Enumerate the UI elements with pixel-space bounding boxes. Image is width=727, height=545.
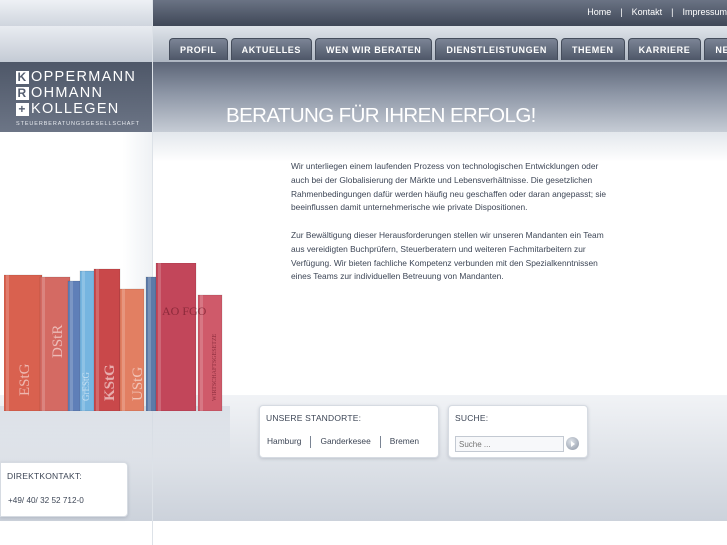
location-separator — [379, 436, 381, 448]
impressum-link[interactable]: Impressum — [682, 7, 727, 17]
logo-line-kollegen: + KOLLEGEN — [16, 102, 142, 118]
logo-subline: STEUERBERATUNGSGESELLSCHAFT — [16, 121, 140, 127]
book-reflection — [0, 406, 230, 466]
kontakt-link[interactable]: Kontakt — [632, 7, 663, 17]
logo-initial-box: K — [16, 70, 29, 84]
book-spine-highlight — [122, 289, 125, 411]
tab-themen[interactable]: THEMEN — [560, 38, 625, 60]
search-submit-button[interactable] — [566, 437, 579, 450]
book-spine-highlight — [148, 277, 151, 411]
search-title: SUCHE: — [455, 413, 489, 423]
direct-contact-title: DIREKTKONTAKT: — [7, 471, 82, 481]
locations-box: UNSERE STANDORTE: Hamburg Ganderkesee Brem… — [259, 405, 439, 458]
logo-word: OHMANN — [31, 85, 104, 101]
main-nav: PROFIL AKTUELLES WEN WIR BERATEN DIENSTLEIS… — [169, 38, 727, 60]
book-spine-highlight — [6, 275, 9, 411]
logo-initial-box: + — [16, 103, 29, 116]
search-input[interactable] — [455, 436, 564, 452]
books-illustration: EStG DStR GrEStG KStG UStG AO FGO WIRTSC… — [4, 263, 223, 411]
book-spine-highlight — [42, 277, 45, 411]
top-link-separator: | — [671, 7, 674, 17]
company-logo[interactable]: K OPPERMANN R OHMANN + KOLLEGEN STEUERBERAT… — [16, 70, 142, 127]
book-spine-highlight — [96, 269, 99, 411]
locations-list: Hamburg Ganderkesee Bremen — [267, 436, 419, 448]
phone-number[interactable]: +49/ 40/ 32 52 712-0 — [8, 496, 84, 505]
book-spine-highlight — [70, 281, 73, 411]
logo-line-rohmann: R OHMANN — [16, 86, 142, 102]
intro-paragraph-2: Zur Bewältigung dieser Herausforderungen… — [291, 229, 604, 282]
home-link[interactable]: Home — [587, 7, 611, 17]
logo-initial-box: R — [16, 86, 29, 100]
location-bremen-link[interactable]: Bremen — [390, 436, 419, 446]
intro-text: Wir unterliegen einem laufenden Prozess … — [291, 160, 611, 298]
logo-word: OPPERMANN — [31, 69, 137, 85]
book-label-dstr: DStR — [50, 325, 66, 358]
tab-dienstleistungen[interactable]: DIENSTLEISTUNGEN — [435, 38, 558, 60]
search-box: SUCHE: — [448, 405, 588, 458]
location-separator — [310, 436, 312, 448]
book-label-estg: EStG — [17, 363, 33, 396]
nav-band-left-panel — [0, 26, 152, 62]
page-slogan: BERATUNG FÜR IHREN ERFOLG! — [226, 104, 536, 127]
top-bar-left-panel — [0, 0, 152, 26]
book-label-kstg: KStG — [102, 364, 118, 401]
direct-contact-box: DIREKTKONTAKT: +49/ 40/ 32 52 712-0 — [0, 462, 128, 517]
tab-wen-wir-beraten[interactable]: WEN WIR BERATEN — [315, 38, 433, 60]
locations-title: UNSERE STANDORTE: — [266, 413, 362, 423]
location-ganderkesee-link[interactable]: Ganderkesee — [320, 436, 370, 446]
book-spine-highlight — [158, 263, 161, 411]
book-label-ustg: UStG — [130, 367, 146, 401]
footer-strip — [0, 521, 727, 545]
tab-news[interactable]: NEWS — [704, 38, 727, 60]
book-spine — [155, 263, 197, 411]
book-label-grestg: GrEStG — [81, 372, 91, 402]
location-hamburg-link[interactable]: Hamburg — [267, 436, 301, 446]
tab-aktuelles[interactable]: AKTUELLES — [230, 38, 313, 60]
tab-profil[interactable]: PROFIL — [169, 38, 228, 60]
arrow-right-icon — [571, 440, 575, 447]
book-label-ao-fgo: AO FGO — [162, 304, 207, 318]
tab-karriere[interactable]: KARRIERE — [627, 38, 702, 60]
top-links: Home | Kontakt | Impressum — [587, 7, 727, 17]
top-link-separator: | — [620, 7, 623, 17]
logo-line-koppermann: K OPPERMANN — [16, 70, 142, 86]
book-label-wirtschaftsgesetze: WIRTSCHAFTSGESETZE — [212, 333, 218, 401]
logo-word: KOLLEGEN — [31, 101, 120, 117]
intro-paragraph-1: Wir unterliegen einem laufenden Prozess … — [291, 161, 607, 213]
